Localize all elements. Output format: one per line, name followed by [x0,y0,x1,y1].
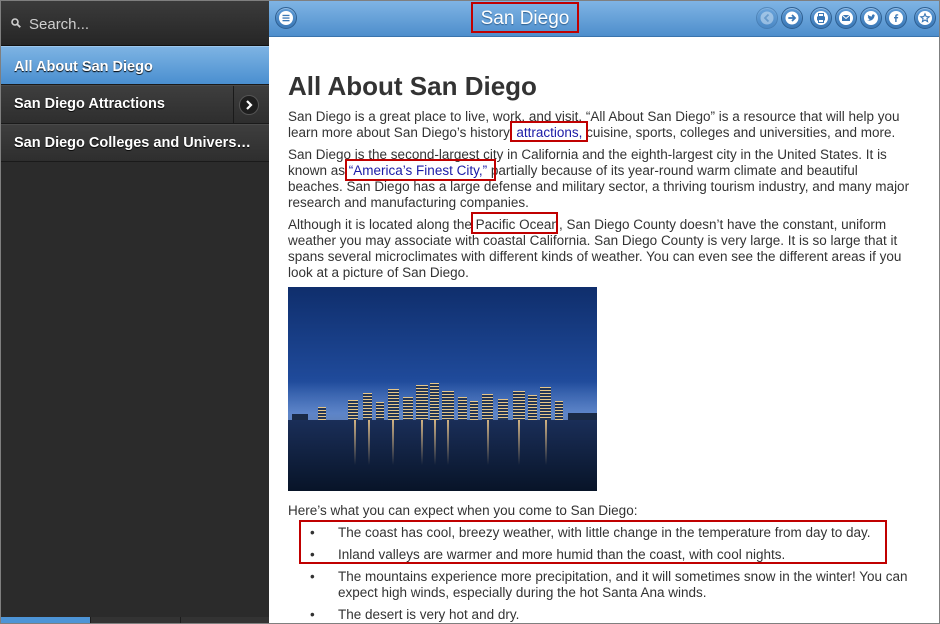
forward-icon [785,11,799,25]
attractions-highlight [510,121,588,142]
list-item-text: Inland valleys are warmer and more humid… [338,547,786,562]
page-heading: All About San Diego [288,71,537,101]
sidebar-item-label: San Diego Attractions [14,96,165,112]
menu-icon [279,11,293,25]
sidebar-item-label: San Diego Colleges and Universities [14,135,254,151]
email-button[interactable] [835,7,857,29]
sidebar-tab-2[interactable] [91,617,180,623]
bullet: • [310,607,315,622]
paragraph-text: Although it is located along the [288,217,476,232]
paragraph-text: cuisine, sports, colleges and universiti… [582,125,896,140]
page-title: San Diego [480,8,570,29]
twitter-icon [864,11,878,25]
bullet: • [310,569,315,584]
finest-city-highlight [345,159,496,181]
search-input[interactable] [27,11,261,37]
title-highlight: San Diego [471,2,579,33]
sidebar-tab-1[interactable] [1,617,90,623]
san-diego-skyline-image [288,287,597,491]
search-icon [11,18,21,28]
star-icon [918,11,932,25]
expect-intro: Here’s what you can expect when you come… [288,503,638,518]
twitter-button[interactable] [860,7,882,29]
bullet: • [310,525,315,540]
print-icon [814,11,828,25]
forward-button[interactable] [781,7,803,29]
sidebar-item-all-about-san-diego[interactable]: All About San Diego [1,46,269,85]
sidebar-tab-strip [1,617,269,623]
sidebar-item-label: All About San Diego [14,59,153,75]
header-bar: San Diego [269,1,939,37]
main-content: All About San Diego San Diego is a great… [288,37,928,623]
bullet: • [310,547,315,562]
menu-button[interactable] [275,7,297,29]
divider [233,86,234,124]
list-item-text: The coast has cool, breezy weather, with… [338,525,871,540]
search-bar [1,1,269,46]
mail-icon [839,11,853,25]
back-icon [760,11,774,25]
list-item-text: The desert is very hot and dry. [338,607,520,622]
facebook-icon [889,11,903,25]
weather-paragraph: Although it is located along the Pacific… [288,217,916,281]
pacific-ocean-highlight [471,212,558,234]
chevron-right-icon[interactable] [239,95,259,115]
favorite-button[interactable] [914,7,936,29]
sidebar-item-san-diego-colleges[interactable]: San Diego Colleges and Universities [1,124,269,162]
sidebar-item-san-diego-attractions[interactable]: San Diego Attractions [1,85,269,124]
intro-paragraph: San Diego is a great place to live, work… [288,109,916,141]
list-item-text: The mountains experience more precipitat… [338,569,908,600]
app-window: All About San Diego San Diego Attraction… [0,0,940,624]
back-button[interactable] [756,7,778,29]
sidebar: All About San Diego San Diego Attraction… [1,1,269,623]
sidebar-tab-3[interactable] [181,617,269,623]
print-button[interactable] [810,7,832,29]
facebook-button[interactable] [885,7,907,29]
